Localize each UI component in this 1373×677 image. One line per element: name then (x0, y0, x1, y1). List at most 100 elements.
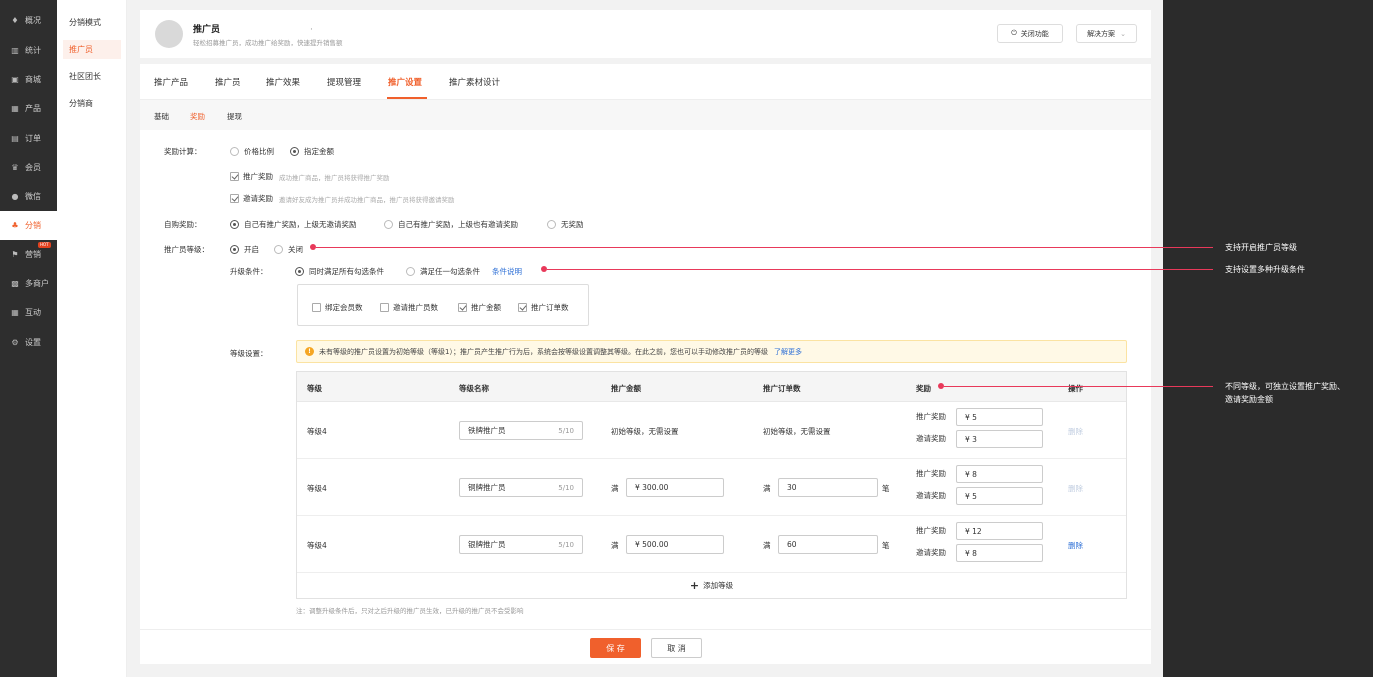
store-icon: ▣ (11, 75, 19, 84)
radio-fixed-amount[interactable]: 指定金额 (290, 146, 334, 157)
th-reward: 奖励 (916, 384, 931, 393)
radio-price-ratio[interactable]: 价格比例 (230, 146, 274, 157)
checkbox (380, 303, 389, 312)
sidebar-item-overview[interactable]: ♦ 概况 (0, 6, 57, 35)
amount-prefix: 满 (611, 484, 619, 493)
checkbox-bound-members[interactable]: 绑定会员数 (312, 302, 363, 313)
promo-reward-input[interactable]: ¥ 5 (956, 408, 1043, 426)
checkbox-invite-reward[interactable]: 邀请奖励 邀请好友成为推广员并成功推广商品，推广员将获得邀请奖励 (230, 193, 455, 204)
promo-reward-input[interactable]: ¥ 8 (956, 465, 1043, 483)
radio-circle (230, 147, 239, 156)
checkbox-invited-promoters[interactable]: 邀请推广员数 (380, 302, 438, 313)
subnav-item-promoter[interactable]: 推广员 (63, 40, 121, 59)
sidebar-item-distribution[interactable]: ♣ 分销 (0, 211, 57, 240)
tab-promoters[interactable]: 推广员 (215, 76, 241, 88)
checkbox-promo-orders[interactable]: 推广订单数 (518, 302, 569, 313)
promo-reward-input[interactable]: ¥ 12 (956, 522, 1043, 540)
th-level-name: 等级名称 (459, 384, 489, 393)
delete-button[interactable]: 删除 (1068, 483, 1083, 494)
subtab-withdraw[interactable]: 提现 (227, 111, 242, 122)
th-action: 操作 (1068, 384, 1083, 393)
level-name-input[interactable]: 银牌推广员 5/10 (459, 535, 583, 554)
tab-promo-material[interactable]: 推广素材设计 (449, 76, 500, 88)
invite-reward-input[interactable]: ¥ 8 (956, 544, 1043, 562)
save-button[interactable]: 保 存 (590, 638, 641, 658)
checkbox (518, 303, 527, 312)
promo-amount-input[interactable]: ¥ 300.00 (626, 478, 724, 497)
sidebar-item-interact[interactable]: ▦ 互动 (0, 298, 57, 327)
invite-reward-input[interactable]: ¥ 5 (956, 487, 1043, 505)
radio-level-off[interactable]: 关闭 (274, 244, 303, 255)
radio-upgrade-any[interactable]: 满足任一勾选条件 条件说明 (406, 266, 522, 277)
radio-self-buy-none[interactable]: 无奖励 (547, 219, 584, 230)
callout-text-level: 支持开启推广员等级 (1225, 243, 1297, 252)
level-cell: 等级4 (307, 541, 327, 550)
th-promo-amount: 推广金额 (611, 384, 641, 393)
close-feature-button[interactable]: ⏻ 关闭功能 (997, 24, 1063, 43)
tab-promo-settings[interactable]: 推广设置 (388, 76, 422, 88)
callout-text-reward: 不同等级，可独立设置推广奖励、 邀请奖励金额 (1225, 382, 1345, 404)
amount-text: 初始等级，无需设置 (611, 427, 679, 436)
graduation-icon: ♦ (11, 16, 19, 25)
active-tab-underline (387, 97, 427, 99)
callout-line (547, 269, 1213, 270)
checkbox (230, 194, 239, 203)
invite-reward-label: 邀请奖励 (916, 491, 946, 500)
orders-prefix: 满 (763, 484, 771, 493)
checkbox (458, 303, 467, 312)
sidebar-item-stats[interactable]: ▥ 统计 (0, 36, 57, 65)
clipboard-icon: ▤ (11, 134, 19, 143)
radio-level-on[interactable]: 开启 (230, 244, 259, 255)
plus-icon: + (689, 578, 700, 592)
sidebar-item-multi-merchant[interactable]: ▩ 多商户 (0, 269, 57, 298)
crown-icon: ♛ (11, 163, 19, 172)
checkbox-promo-amount[interactable]: 推广金额 (458, 302, 501, 313)
reward-calc-label: 奖励计算： (164, 147, 202, 156)
level-name-input[interactable]: 铜牌推广员 5/10 (459, 478, 583, 497)
radio-self-buy-2[interactable]: 自己有推广奖励，上级也有邀请奖励 (384, 219, 518, 230)
condition-help-link[interactable]: 条件说明 (492, 266, 522, 277)
solution-dropdown[interactable]: 解决方案 ⌄ (1076, 24, 1137, 43)
promo-orders-input[interactable]: 30 (778, 478, 878, 497)
checkbox (230, 172, 239, 181)
subnav-item-mode[interactable]: 分销模式 (63, 13, 121, 32)
delete-button[interactable]: 删除 (1068, 426, 1083, 437)
level-name-input[interactable]: 铁牌推广员 5/10 (459, 421, 583, 440)
radio-self-buy-1[interactable]: 自己有推广奖励，上级无邀请奖励 (230, 219, 357, 230)
radio-circle (406, 267, 415, 276)
subnav-item-distributor[interactable]: 分销商 (63, 94, 121, 113)
sidebar-item-orders[interactable]: ▤ 订单 (0, 124, 57, 153)
tab-promo-products[interactable]: 推广产品 (154, 76, 188, 88)
sidebar-item-settings[interactable]: ⚙ 设置 (0, 328, 57, 357)
main-panel: 推广产品 推广员 推广效果 提现管理 推广设置 推广素材设计 基础 奖励 提现 … (140, 64, 1151, 664)
sidebar-item-members[interactable]: ♛ 会员 (0, 153, 57, 182)
sidebar-item-wechat[interactable]: ● 微信 (0, 182, 57, 211)
radio-upgrade-all[interactable]: 同时满足所有勾选条件 (295, 266, 384, 277)
promo-amount-input[interactable]: ¥ 500.00 (626, 535, 724, 554)
learn-more-link[interactable]: 了解更多 (774, 347, 802, 357)
sidebar-item-marketing[interactable]: ⚑ 营销 HOT (0, 240, 57, 269)
wechat-icon: ● (11, 192, 19, 201)
callout-line (316, 247, 1213, 248)
subtab-basic[interactable]: 基础 (154, 111, 169, 122)
subtab-reward[interactable]: 奖励 (190, 111, 205, 122)
invite-reward-label: 邀请奖励 (916, 434, 946, 443)
callout-line (944, 386, 1213, 387)
sidebar-item-mall[interactable]: ▣ 商城 (0, 65, 57, 94)
orders-unit: 笔 (882, 541, 890, 550)
subnav-item-community-leader[interactable]: 社区团长 (63, 67, 121, 86)
invite-reward-input[interactable]: ¥ 3 (956, 430, 1043, 448)
radio-circle (384, 220, 393, 229)
main-sidebar: ♦ 概况 ▥ 统计 ▣ 商城 ▦ 产品 ▤ 订单 ♛ 会员 ● 微信 ♣ 分销 ⚑ 营销 HOT ▩… (0, 0, 57, 677)
invite-reward-label: 邀请奖励 (916, 548, 946, 557)
page-title: 推广员 · (193, 25, 313, 35)
delete-button[interactable]: 删除 (1068, 540, 1083, 551)
cancel-button[interactable]: 取 消 (651, 638, 702, 658)
checkbox-promo-reward[interactable]: 推广奖励 成功推广商品，推广员将获得推广奖励 (230, 171, 390, 182)
promo-orders-input[interactable]: 60 (778, 535, 878, 554)
add-level-button[interactable]: + 添加等级 (297, 572, 1126, 598)
sidebar-item-product[interactable]: ▦ 产品 (0, 94, 57, 123)
tab-promo-effect[interactable]: 推广效果 (266, 76, 300, 88)
tab-withdraw-mgmt[interactable]: 提现管理 (327, 76, 361, 88)
shop-icon: ▩ (11, 279, 19, 288)
